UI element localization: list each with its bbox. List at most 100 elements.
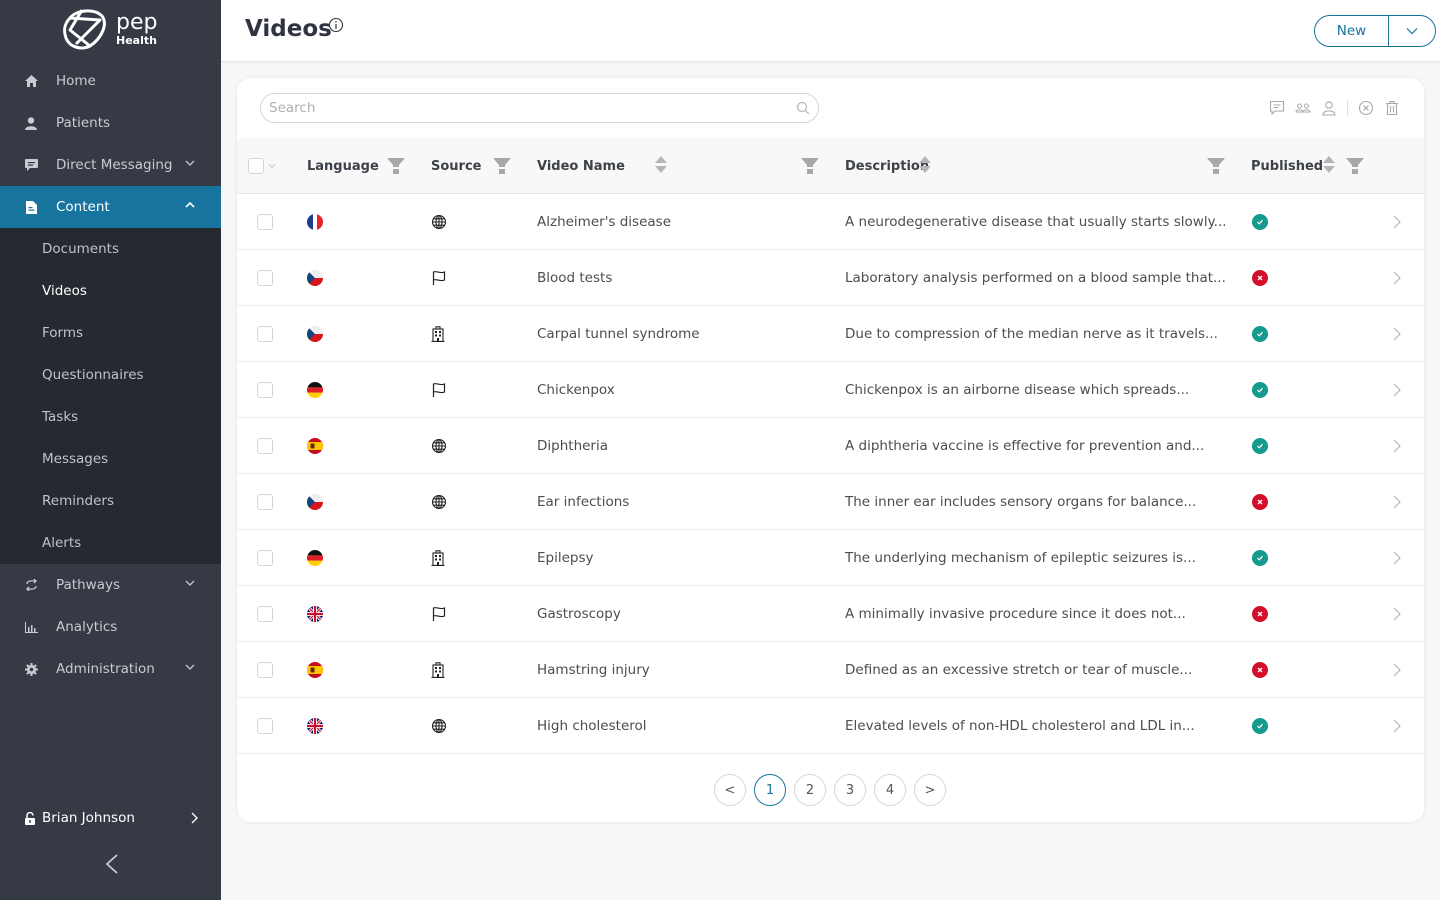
filter-icon[interactable] (1207, 158, 1225, 174)
user-outline-icon[interactable] (1321, 100, 1337, 116)
table-row[interactable]: Gastroscopy A minimally invasive procedu… (237, 586, 1424, 642)
row-checkbox[interactable] (257, 549, 273, 566)
video-description: The underlying mechanism of epileptic se… (845, 549, 1196, 566)
sidebar-item-direct-messaging[interactable]: Direct Messaging (0, 144, 221, 186)
filter-icon[interactable] (387, 158, 405, 174)
page-button-4[interactable]: 4 (874, 774, 906, 806)
row-checkbox[interactable] (257, 661, 273, 678)
row-checkbox[interactable] (257, 717, 273, 734)
sidebar-item-analytics[interactable]: Analytics (0, 606, 221, 648)
column-language[interactable]: Language (307, 138, 379, 194)
czech-flag-icon (307, 325, 323, 342)
uk-flag-icon (307, 605, 323, 622)
chevron-right-icon[interactable] (1393, 698, 1401, 753)
table-row[interactable]: High cholesterol Elevated levels of non-H… (237, 698, 1424, 754)
sidebar-subitem-documents[interactable]: Documents (0, 228, 221, 270)
chevron-right-icon[interactable] (1393, 250, 1401, 305)
column-label: Published (1251, 158, 1324, 174)
row-checkbox[interactable] (257, 493, 273, 510)
video-name: Hamstring injury (537, 661, 650, 678)
sidebar-subitem-questionnaires[interactable]: Questionnaires (0, 354, 221, 396)
video-description: Laboratory analysis performed on a blood… (845, 269, 1226, 286)
video-name: Ear infections (537, 493, 630, 510)
globe-icon (431, 718, 447, 734)
sidebar-item-pathways[interactable]: Pathways (0, 564, 221, 606)
video-name: Blood tests (537, 269, 613, 286)
table-row[interactable]: Blood tests Laboratory analysis performed… (237, 250, 1424, 306)
published-check-icon (1252, 549, 1268, 566)
column-published[interactable]: Published (1251, 138, 1323, 194)
sidebar-item-administration[interactable]: Administration (0, 648, 221, 690)
users-icon[interactable] (1295, 100, 1311, 116)
message-icon[interactable] (1269, 100, 1285, 116)
filter-icon[interactable] (493, 158, 511, 174)
new-button[interactable]: New (1315, 16, 1389, 46)
page-button-1[interactable]: 1 (754, 774, 786, 806)
user-menu[interactable]: Brian Johnson (24, 806, 199, 830)
table-row[interactable]: Chickenpox Chickenpox is an airborne dise… (237, 362, 1424, 418)
table-header: Language Source Video Name Description P… (237, 138, 1424, 194)
sidebar-item-patients[interactable]: Patients (0, 102, 221, 144)
next-page-button[interactable]: > (914, 774, 946, 806)
row-checkbox[interactable] (257, 325, 273, 342)
trash-icon[interactable] (1384, 100, 1400, 116)
table-row[interactable]: Diphtheria A diphtheria vaccine is effect… (237, 418, 1424, 474)
chevron-right-icon[interactable] (1393, 194, 1401, 249)
published-check-icon (1252, 437, 1268, 454)
sort-icon[interactable] (1323, 156, 1335, 173)
sort-icon[interactable] (919, 156, 931, 173)
table-row[interactable]: Ear infections The inner ear includes sen… (237, 474, 1424, 530)
sidebar: pep Health Home Patients Direct Messagin… (0, 0, 221, 900)
row-checkbox[interactable] (257, 213, 273, 230)
sort-icon[interactable] (655, 156, 667, 173)
video-name: Gastroscopy (537, 605, 621, 622)
sidebar-subitem-tasks[interactable]: Tasks (0, 396, 221, 438)
sidebar-subitem-messages[interactable]: Messages (0, 438, 221, 480)
logo[interactable]: pep Health (62, 8, 157, 50)
table-row[interactable]: Carpal tunnel syndrome Due to compression… (237, 306, 1424, 362)
row-checkbox[interactable] (257, 437, 273, 454)
chevron-down-icon[interactable] (268, 163, 276, 169)
sidebar-subitem-videos[interactable]: Videos (0, 270, 221, 312)
column-source[interactable]: Source (431, 138, 481, 194)
page-header: Videos New (221, 0, 1440, 62)
filter-icon[interactable] (1346, 158, 1364, 174)
row-checkbox[interactable] (257, 381, 273, 398)
row-checkbox[interactable] (257, 269, 273, 286)
column-video-name[interactable]: Video Name (537, 138, 625, 194)
select-all-checkbox[interactable] (248, 158, 264, 174)
video-name: Diphtheria (537, 437, 609, 454)
prev-page-button[interactable]: < (714, 774, 746, 806)
user-name: Brian Johnson (42, 810, 135, 826)
france-flag-icon (307, 213, 323, 230)
close-circle-icon[interactable] (1358, 100, 1374, 116)
chevron-right-icon[interactable] (1393, 362, 1401, 417)
row-checkbox[interactable] (257, 605, 273, 622)
published-check-icon (1252, 325, 1268, 342)
new-dropdown-button[interactable] (1389, 16, 1435, 46)
sidebar-subitem-forms[interactable]: Forms (0, 312, 221, 354)
chevron-right-icon[interactable] (1393, 474, 1401, 529)
sidebar-item-content[interactable]: Content (0, 186, 221, 228)
info-icon[interactable] (328, 17, 344, 33)
table-row[interactable]: Hamstring injury Defined as an excessive … (237, 642, 1424, 698)
chevron-right-icon[interactable] (1393, 306, 1401, 361)
chevron-right-icon[interactable] (1393, 586, 1401, 641)
search-icon[interactable] (796, 101, 810, 115)
table-row[interactable]: Alzheimer's disease A neurodegenerative d… (237, 194, 1424, 250)
sidebar-item-home[interactable]: Home (0, 60, 221, 102)
page-button-2[interactable]: 2 (794, 774, 826, 806)
table-row[interactable]: Epilepsy The underlying mechanism of epil… (237, 530, 1424, 586)
collapse-sidebar-icon[interactable] (102, 852, 122, 876)
sidebar-subitem-reminders[interactable]: Reminders (0, 480, 221, 522)
lock-icon (25, 811, 35, 825)
page-button-3[interactable]: 3 (834, 774, 866, 806)
chevron-right-icon[interactable] (1393, 530, 1401, 585)
search-input[interactable] (261, 94, 796, 122)
videos-table-card: Language Source Video Name Description P… (237, 78, 1424, 822)
chevron-right-icon[interactable] (1393, 418, 1401, 473)
sidebar-subitem-alerts[interactable]: Alerts (0, 522, 221, 564)
column-description[interactable]: Description (845, 138, 929, 194)
filter-icon[interactable] (801, 158, 819, 174)
chevron-right-icon[interactable] (1393, 642, 1401, 697)
